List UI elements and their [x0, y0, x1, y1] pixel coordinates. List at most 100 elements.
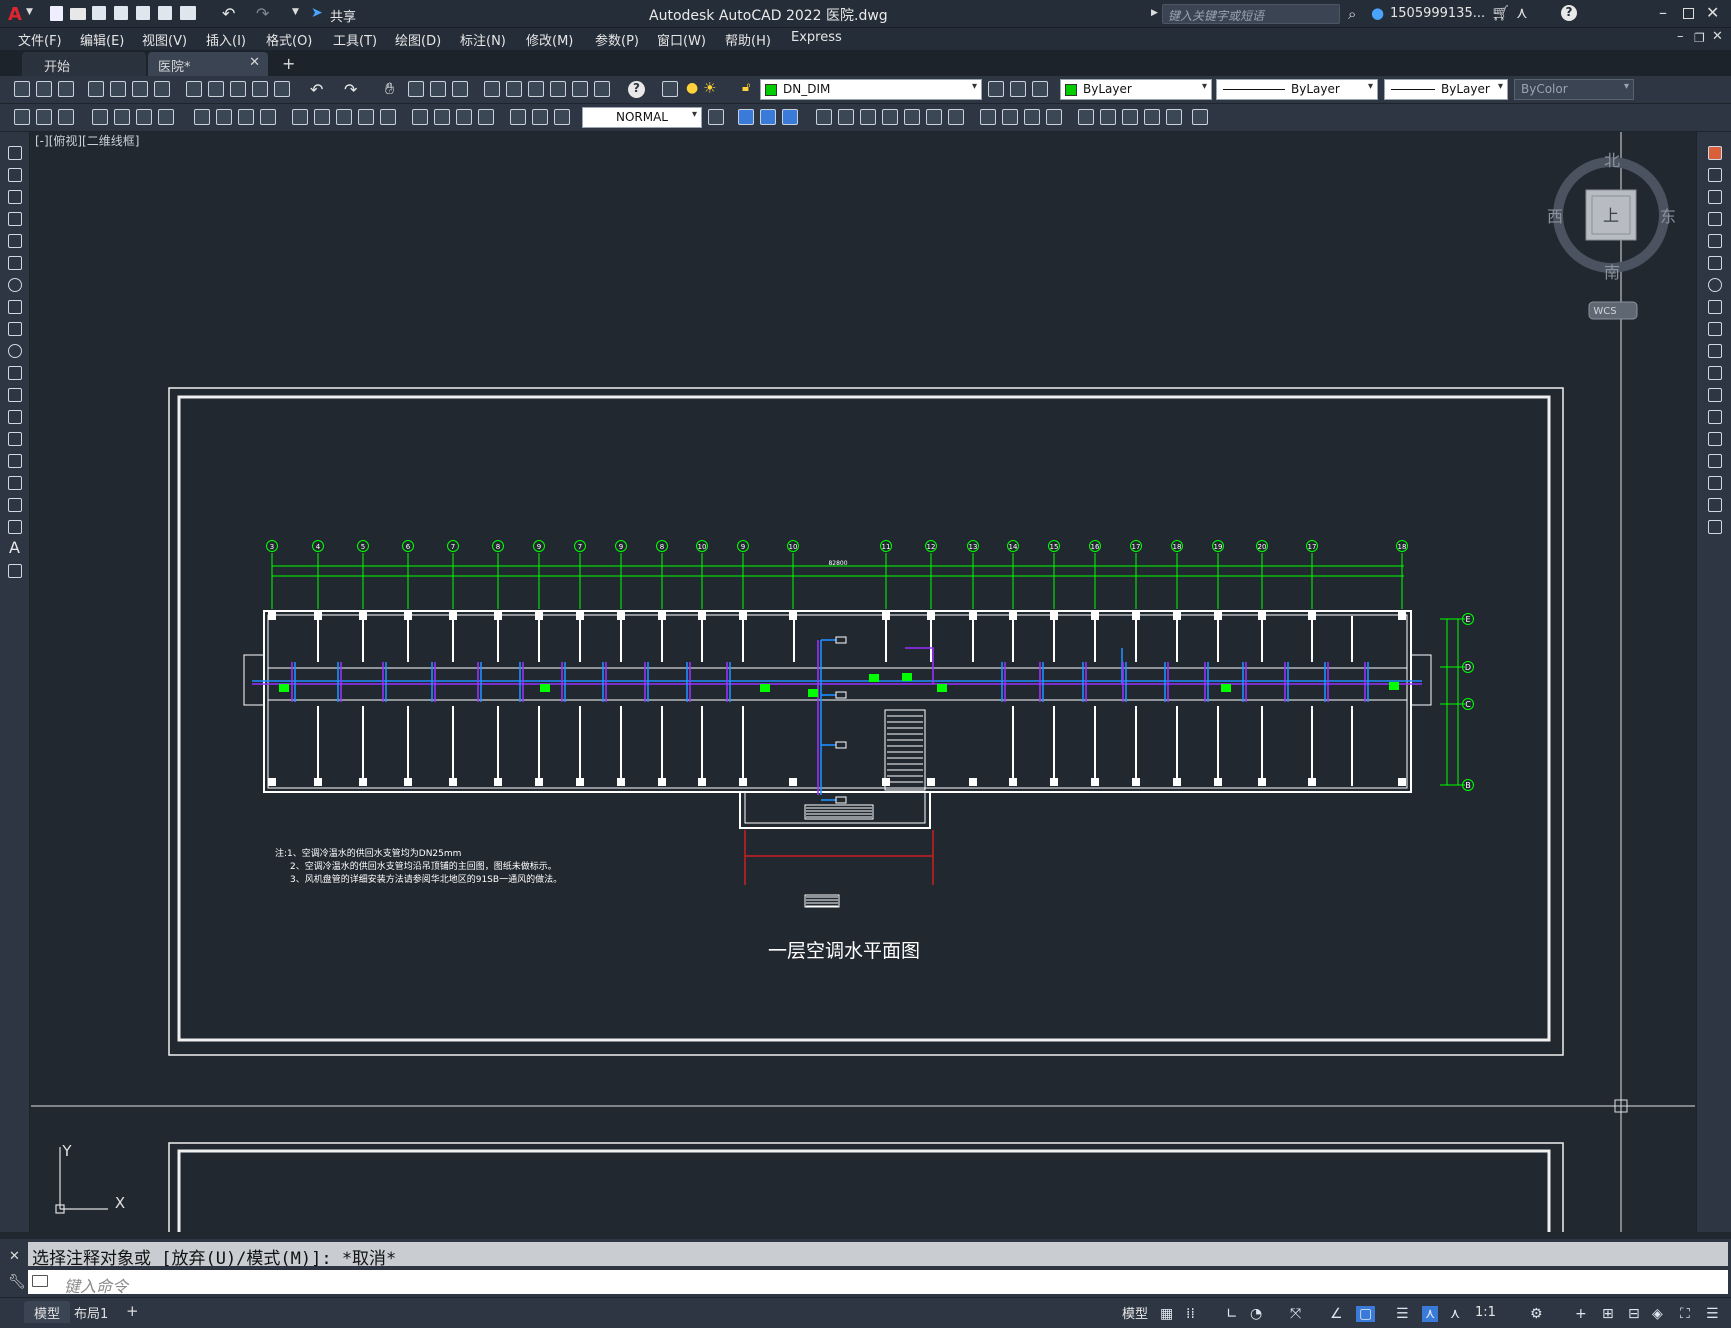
tab-close-icon[interactable]: ✕	[249, 55, 260, 70]
share-button[interactable]: 共享	[330, 6, 356, 25]
grid-icon[interactable]: ▦	[1160, 1306, 1173, 1322]
fullscreen-icon[interactable]: ⛶	[1680, 1306, 1690, 1322]
color-dropdown[interactable]: ByLayer ▾	[1060, 79, 1212, 100]
tb-zoom-window-icon[interactable]	[430, 81, 446, 97]
modify-icon-11[interactable]	[1046, 109, 1062, 125]
tb-markup-icon[interactable]	[572, 81, 588, 97]
isodraft-icon[interactable]: ⤧	[1290, 1306, 1301, 1322]
center-mark-icon[interactable]	[434, 109, 450, 125]
cart-icon[interactable]: 🛒︎	[1491, 4, 1510, 22]
tb-undo-icon[interactable]: ↶	[310, 80, 323, 99]
tb-layer-state-icon[interactable]	[1032, 81, 1048, 97]
undo-icon[interactable]: ↶	[222, 4, 235, 23]
tab-start[interactable]: 开始	[22, 52, 146, 76]
open-file-icon[interactable]	[70, 8, 86, 20]
dim-space-icon[interactable]	[358, 109, 374, 125]
menu-dimension[interactable]: 标注(N)	[460, 30, 506, 49]
tb-properties-icon[interactable]	[484, 81, 500, 97]
tb2-icon-c[interactable]	[58, 109, 74, 125]
units-icon[interactable]: ⊞	[1602, 1306, 1614, 1322]
dim-arclength-icon[interactable]	[136, 109, 152, 125]
dim-radius-icon[interactable]	[194, 109, 210, 125]
tb-paste-icon[interactable]	[230, 81, 246, 97]
dim-quick-icon[interactable]	[292, 109, 308, 125]
tb-help-icon[interactable]: ?	[628, 81, 645, 98]
layer-dropdown[interactable]: DN_DIM ▾	[760, 79, 982, 100]
menu-file[interactable]: 文件(F)	[18, 30, 62, 49]
maximize-icon[interactable]	[1683, 8, 1694, 19]
dim-linear-icon[interactable]	[92, 109, 108, 125]
fillet-icon[interactable]	[1708, 476, 1722, 490]
stretch-icon[interactable]	[1708, 322, 1722, 336]
osnap-tracking-icon[interactable]: ∠	[1330, 1306, 1343, 1322]
help-icon[interactable]: ?	[1561, 5, 1577, 21]
menu-insert[interactable]: 插入(I)	[206, 30, 246, 49]
modify-icon-9[interactable]	[1002, 109, 1018, 125]
tb-open-icon[interactable]	[36, 81, 52, 97]
blend-icon[interactable]	[1708, 498, 1722, 512]
break-icon[interactable]	[1708, 410, 1722, 424]
menu-window[interactable]: 窗口(W)	[657, 30, 706, 49]
lineweight-icon[interactable]: ☰	[1396, 1306, 1409, 1322]
draworder-above-icon[interactable]	[782, 109, 798, 125]
layer-on-icon[interactable]: ●	[686, 80, 698, 96]
tb-toolpalettes-icon[interactable]	[528, 81, 544, 97]
doc-restore-icon[interactable]: ❐	[1694, 31, 1705, 45]
polyline-icon[interactable]	[8, 190, 22, 204]
dim-baseline-icon[interactable]	[314, 109, 330, 125]
tab-active-drawing[interactable]: 医院* ✕	[148, 52, 268, 76]
tb-layer-props-icon[interactable]	[662, 81, 678, 97]
tolerance-icon[interactable]	[412, 109, 428, 125]
menu-tools[interactable]: 工具(T)	[333, 30, 377, 49]
region-icon[interactable]	[8, 498, 22, 512]
customize-status-icon[interactable]: ☰	[1706, 1306, 1719, 1322]
spline-icon[interactable]	[8, 322, 22, 336]
menu-format[interactable]: 格式(O)	[266, 30, 312, 49]
tb2-icon-b[interactable]	[36, 109, 52, 125]
workspace-gear-icon[interactable]: ⚙	[1530, 1306, 1543, 1322]
plot-icon[interactable]	[180, 6, 196, 20]
command-prompt-icon[interactable]	[32, 1275, 48, 1287]
annotation-visibility-icon[interactable]: ⋏	[1422, 1306, 1439, 1322]
tb-save-icon[interactable]	[58, 81, 74, 97]
arc-icon[interactable]	[8, 256, 22, 270]
circle-icon[interactable]	[8, 278, 22, 292]
layer-lock-icon[interactable]: 🔓︎	[742, 80, 750, 95]
autoscale-icon[interactable]: ⋏	[1450, 1306, 1460, 1322]
doc-close-icon[interactable]: ✕	[1712, 29, 1723, 44]
gradient-icon[interactable]	[8, 476, 22, 490]
modify-icon-7[interactable]	[948, 109, 964, 125]
dim-diameter-icon[interactable]	[238, 109, 254, 125]
annotation-monitor-icon[interactable]: +	[1575, 1306, 1587, 1322]
inspection-icon[interactable]	[456, 109, 472, 125]
user-icon[interactable]: ●	[1371, 4, 1384, 22]
modify-icon-3[interactable]	[860, 109, 876, 125]
lineweight-dropdown[interactable]: ByLayer ▾	[1384, 79, 1508, 100]
modify-icon-14[interactable]	[1122, 109, 1138, 125]
tb-publish-icon[interactable]	[132, 81, 148, 97]
tb-designcenter-icon[interactable]	[506, 81, 522, 97]
search-input[interactable]: 键入关键字或短语	[1162, 4, 1340, 24]
customize-qat-icon[interactable]: ▼	[292, 7, 299, 17]
command-close-icon[interactable]: ✕	[9, 1249, 20, 1264]
layer-thaw-icon[interactable]: ☀	[703, 79, 716, 97]
menu-express[interactable]: Express	[791, 30, 842, 45]
status-model-button[interactable]: 模型	[1122, 1303, 1148, 1322]
modify-icon-4[interactable]	[882, 109, 898, 125]
break-point-icon[interactable]	[1708, 388, 1722, 402]
search-icon[interactable]: ⌕	[1348, 5, 1356, 23]
polygon-icon[interactable]	[8, 212, 22, 226]
menu-view[interactable]: 视图(V)	[142, 30, 187, 49]
menu-help[interactable]: 帮助(H)	[725, 30, 771, 49]
tb-plot-icon[interactable]	[88, 81, 104, 97]
hatch-icon[interactable]	[8, 454, 22, 468]
construction-line-icon[interactable]	[8, 168, 22, 182]
add-layout-icon[interactable]: +	[126, 1302, 139, 1320]
tb-zoom-realtime-icon[interactable]	[408, 81, 424, 97]
draworder-front-icon[interactable]	[738, 109, 754, 125]
mirror-icon[interactable]	[1708, 190, 1722, 204]
command-customize-icon[interactable]: 🔧︎	[8, 1274, 26, 1290]
rotate-icon[interactable]	[1708, 278, 1722, 292]
isolate-objects-icon[interactable]: ◈	[1652, 1306, 1663, 1322]
array-icon[interactable]	[1708, 234, 1722, 248]
